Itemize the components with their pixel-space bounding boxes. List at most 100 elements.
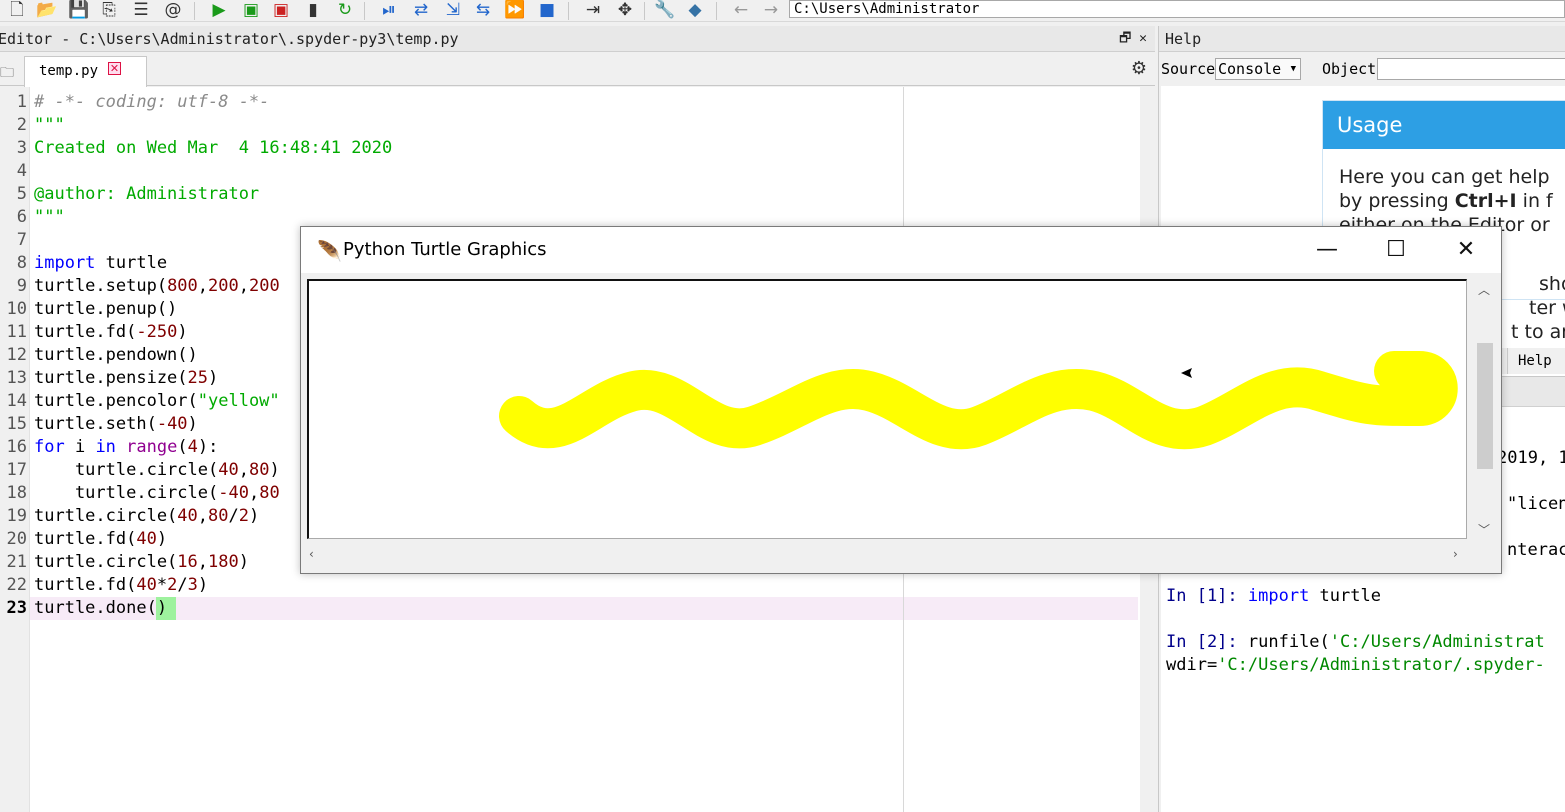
usage-fragment: shown — [1539, 273, 1565, 295]
browse-tabs-icon[interactable]: 🗀 — [0, 62, 14, 86]
code-line: turtle.penup() — [34, 299, 178, 319]
fullscreen-icon[interactable]: ✥ — [614, 0, 636, 20]
help-toolbar: Source Console ▼ Object — [1159, 54, 1565, 84]
stop-debug-icon[interactable]: ■ — [536, 0, 558, 20]
string: 'C:/Users/Administrator/.spyder- — [1217, 655, 1545, 675]
prompt: In [2]: — [1166, 632, 1238, 652]
working-directory-input[interactable]: C:\Users\Administrator — [789, 0, 1565, 18]
save-file-icon[interactable]: 💾 — [68, 0, 90, 20]
undock-icon[interactable]: 🗗 — [1119, 31, 1131, 46]
line-number: 2 — [16, 115, 27, 135]
turtle-horizontal-scrollbar[interactable]: ‹ › — [307, 545, 1467, 565]
source-label: Source — [1161, 60, 1216, 78]
continue-icon[interactable]: ⏩ — [504, 0, 526, 20]
toolbar-separator — [364, 2, 365, 20]
turtle-window-body: ︿ ﹀ ‹ › — [301, 273, 1501, 573]
code-line: turtle.fd(40) — [34, 529, 168, 549]
code-line: turtle.circle(40,80/2) — [34, 506, 260, 526]
step-icon[interactable]: ⇄ — [410, 0, 432, 20]
close-icon[interactable]: ✕ — [1443, 233, 1489, 267]
outline-icon[interactable]: ☰ — [130, 0, 152, 20]
tab-close-icon[interactable]: ✕ — [108, 62, 121, 75]
rerun-icon[interactable]: ↻ — [334, 0, 356, 20]
usage-fragment: ter writ — [1529, 297, 1565, 319]
code-line: turtle.setup(800,200,200 — [34, 276, 280, 296]
line-number: 23 — [6, 598, 27, 618]
line-number: 4 — [16, 161, 27, 181]
main-toolbar: 🗋 📂 💾 ⎘ ☰ @ ▶ ▣ ▣ ▮ ↻ ⏯ ⇄ ⇲ ⇆ ⏩ ■ ⇥ ✥ 🔧 … — [0, 0, 1565, 22]
close-pane-icon[interactable]: ✕ — [1139, 31, 1147, 46]
toolbar-separator — [194, 2, 195, 20]
help-title: Help — [1165, 30, 1202, 48]
back-arrow-icon[interactable]: ← — [730, 0, 752, 20]
turtle-window-titlebar[interactable]: 🪶 Python Turtle Graphics — ☐ ✕ — [301, 227, 1501, 273]
code-line: @author: Administrator — [34, 184, 260, 204]
code-line: turtle.fd(40*2/3) — [34, 575, 209, 595]
tab-label: temp.py — [39, 63, 99, 79]
console-input-1: In [1]: import turtle — [1166, 585, 1381, 608]
code-line: Created on Wed Mar 4 16:48:41 2020 — [34, 138, 393, 158]
debug-icon[interactable]: ⏯ — [378, 0, 400, 20]
turtle-vertical-scrollbar[interactable]: ︿ ﹀ — [1471, 279, 1495, 541]
turtle-cursor-arrow — [1181, 368, 1192, 378]
step-return-icon[interactable]: ⇆ — [472, 0, 494, 20]
console-fragment: nteract — [1507, 540, 1565, 560]
object-input[interactable] — [1377, 58, 1565, 80]
gear-icon[interactable]: ⚙ — [1131, 58, 1147, 79]
save-all-icon[interactable]: ⎘ — [98, 0, 120, 20]
open-file-icon[interactable]: 📂 — [36, 0, 58, 20]
run-selection-icon[interactable]: ▮ — [302, 0, 324, 20]
code: runfile( — [1237, 632, 1330, 652]
source-select[interactable]: Console ▼ — [1215, 58, 1301, 80]
scroll-down-icon[interactable]: ﹀ — [1478, 521, 1490, 538]
code-line: """ — [34, 207, 65, 227]
code-line: turtle.pensize(25) — [34, 368, 219, 388]
tab-help[interactable]: Help — [1507, 348, 1562, 374]
object-label: Object — [1322, 60, 1377, 78]
turtle-drawing — [499, 351, 1458, 450]
python-path-icon[interactable]: ◆ — [684, 0, 706, 20]
code-line: """ — [34, 115, 65, 135]
prompt: In [1]: — [1166, 586, 1238, 606]
yellow-snake-stroke — [499, 351, 1458, 450]
at-icon[interactable]: @ — [162, 0, 184, 20]
turtle-canvas[interactable] — [307, 279, 1467, 539]
turtle-graphics-window[interactable]: 🪶 Python Turtle Graphics — ☐ ✕ ︿ ﹀ ‹ › — [300, 226, 1502, 574]
vertical-scroll-thumb[interactable] — [1477, 343, 1493, 469]
maximize-pane-icon[interactable]: ⇥ — [582, 0, 604, 20]
line-number: 1 — [16, 92, 27, 112]
console-input-2: In [2]: runfile('C:/Users/Administrat — [1166, 631, 1545, 654]
run-icon[interactable]: ▶ — [208, 0, 230, 20]
chevron-down-icon: ▼ — [1290, 64, 1296, 74]
code: import turtle — [1237, 586, 1381, 606]
scroll-right-icon[interactable]: › — [1453, 547, 1458, 561]
line-number: 20 — [6, 529, 27, 549]
line-number-gutter: 1 2 3 4 5 6 7 8 9 10 11 12 13 14 15 16 17 18 19 20 21 22 23 — [0, 87, 30, 812]
code-line: turtle.done() — [34, 598, 168, 618]
scroll-up-icon[interactable]: ︿ — [1478, 281, 1490, 298]
usage-fragment: t to an — [1511, 321, 1565, 343]
scroll-left-icon[interactable]: ‹ — [309, 547, 314, 561]
new-file-icon[interactable]: 🗋 — [6, 0, 28, 20]
line-number: 21 — [6, 552, 27, 572]
minimize-icon[interactable]: — — [1304, 233, 1350, 267]
preferences-wrench-icon[interactable]: 🔧 — [654, 0, 676, 20]
step-into-icon[interactable]: ⇲ — [442, 0, 464, 20]
run-cell-advance-icon[interactable]: ▣ — [270, 0, 292, 20]
line-number: 16 — [6, 437, 27, 457]
editor-title: Editor - C:\Users\Administrator\.spyder-… — [0, 30, 459, 48]
maximize-icon[interactable]: ☐ — [1373, 233, 1419, 267]
editor-title-bar: Editor - C:\Users\Administrator\.spyder-… — [0, 26, 1155, 52]
line-number: 17 — [6, 460, 27, 480]
code-line: # -*- coding: utf-8 -*- — [34, 92, 270, 112]
line-number: 9 — [16, 276, 27, 296]
line-number: 7 — [16, 230, 27, 250]
code-line: import turtle — [34, 253, 168, 273]
source-select-value: Console — [1218, 60, 1282, 78]
tab-temp-py[interactable]: temp.py — [24, 56, 147, 87]
code-line: for i in range(4): — [34, 437, 219, 457]
run-cell-icon[interactable]: ▣ — [240, 0, 262, 20]
console-input-2-cont: wdir='C:/Users/Administrator/.spyder- — [1166, 654, 1545, 677]
forward-arrow-icon[interactable]: → — [760, 0, 782, 20]
code-line: turtle.fd(-250) — [34, 322, 188, 342]
